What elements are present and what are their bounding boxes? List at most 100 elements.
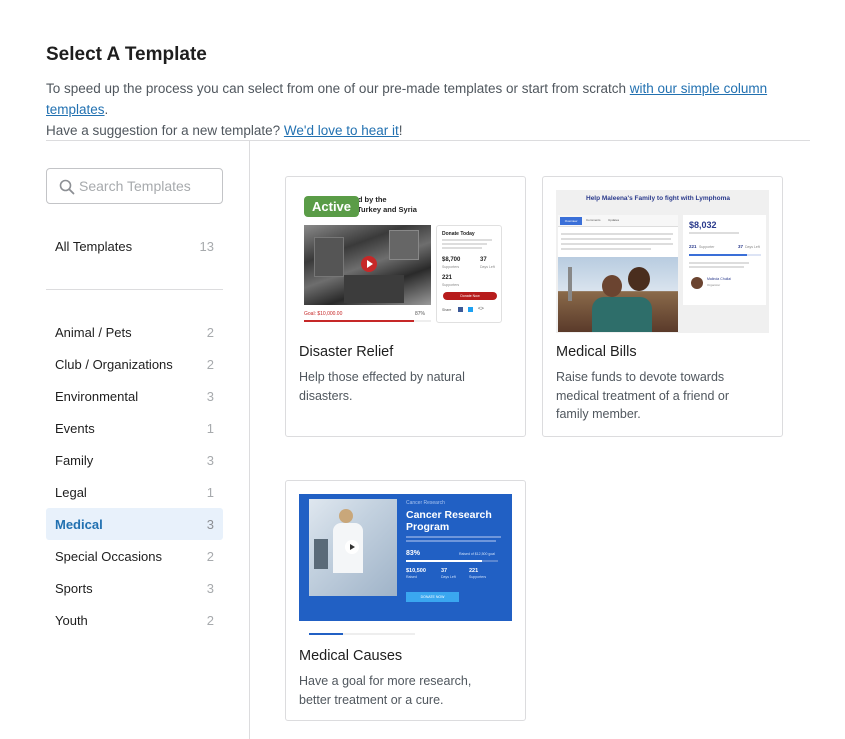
preview-donate-button: Donate Now (443, 292, 497, 300)
preview-heading: Help Maleena's Family to fight with Lymp… (586, 195, 730, 202)
template-preview: Cancer Research Cancer Research Program … (299, 494, 512, 637)
search-input[interactable] (79, 169, 219, 203)
intro-text: To speed up the process you can select f… (46, 78, 816, 141)
category-sports[interactable]: Sports 3 (46, 572, 223, 604)
rubble-photo (304, 225, 431, 305)
preview-share: Share (442, 308, 452, 312)
category-count: 2 (206, 356, 214, 372)
play-icon (361, 256, 377, 272)
donate-label: Donate Today (442, 231, 475, 237)
category-label: Club / Organizations (55, 356, 173, 372)
preview-raised-label: Supporters (442, 265, 460, 269)
preview-tab-comments: Comments (586, 218, 601, 222)
search-box[interactable] (46, 168, 223, 204)
preview-percent: 87% (415, 311, 426, 317)
category-events[interactable]: Events 1 (46, 412, 223, 444)
preview-days: 37 (441, 568, 448, 574)
intro-text-body: To speed up the process you can select f… (46, 81, 630, 96)
embed-icon: <> (478, 306, 484, 312)
category-count: 3 (206, 580, 214, 596)
template-card-medical-causes[interactable]: Cancer Research Cancer Research Program … (285, 480, 526, 721)
template-title: Medical Bills (556, 344, 637, 360)
preview-hero: Cancer Research Cancer Research Program … (299, 494, 512, 621)
template-title: Medical Causes (299, 648, 403, 664)
category-animal-pets[interactable]: Animal / Pets 2 (46, 316, 223, 348)
twitter-icon (468, 307, 473, 312)
category-count: 13 (199, 238, 214, 254)
preview-days-label: Days Left (441, 575, 456, 579)
sidebar-separator (46, 289, 223, 290)
search-icon (59, 179, 75, 195)
category-special-occasions[interactable]: Special Occasions 2 (46, 540, 223, 572)
category-legal[interactable]: Legal 1 (46, 476, 223, 508)
category-label: Animal / Pets (55, 324, 132, 340)
play-icon (345, 540, 359, 554)
preview-heading: Turkey and Syria (357, 205, 417, 214)
goal-progress-bar (304, 320, 431, 322)
category-youth[interactable]: Youth 2 (46, 604, 223, 636)
template-card-disaster-relief[interactable]: cted by the Turkey and Syria Goal: $10,0… (285, 176, 526, 437)
category-label: Special Occasions (55, 548, 162, 564)
preview-supporters: 221 (469, 568, 479, 574)
preview-supporters-label: Supporters (469, 575, 487, 579)
preview-progress-bar (689, 254, 761, 256)
template-description: Have a goal for more research, better tr… (299, 674, 472, 707)
category-environmental[interactable]: Environmental 3 (46, 380, 223, 412)
suggest-text-end: ! (398, 123, 403, 138)
category-all-templates[interactable]: All Templates 13 (46, 230, 223, 262)
category-medical[interactable]: Medical 3 (46, 508, 223, 540)
preview-days: 37 (738, 244, 744, 249)
category-club-organizations[interactable]: Club / Organizations 2 (46, 348, 223, 380)
category-family[interactable]: Family 3 (46, 444, 223, 476)
preview-carousel-indicator (309, 633, 415, 635)
preview-tabs: Overview Comments Updates (558, 215, 678, 227)
preview-kicker: Cancer Research (406, 500, 445, 506)
category-label: Sports (55, 580, 93, 596)
template-preview: Help Maleena's Family to fight with Lymp… (556, 190, 769, 333)
preview-percent: 83% (406, 550, 421, 557)
preview-raised: $10,500 (406, 568, 426, 574)
family-photo (558, 257, 678, 332)
organizer-role: Organizer (707, 283, 721, 287)
preview-supporters-label: Supporter (699, 245, 715, 249)
category-count: 2 (206, 324, 214, 340)
template-description: Raise funds to devote towards medical tr… (556, 370, 729, 421)
preview-amount: $8,032 (689, 220, 717, 230)
category-label: Family (55, 452, 94, 468)
preview-days-label: Days Left (480, 265, 495, 269)
organizer-name: Malinda Chullai (707, 277, 731, 281)
category-label: Youth (55, 612, 88, 628)
preview-tab-updates: Updates (608, 218, 620, 222)
preview-heading: Cancer Research (406, 509, 492, 521)
page-title: Select A Template (46, 44, 207, 65)
active-badge: Active (304, 196, 360, 217)
category-count: 2 (206, 612, 214, 628)
header-divider (46, 140, 810, 141)
category-count: 3 (206, 388, 214, 404)
intro-text-end: . (104, 102, 109, 117)
category-count: 1 (206, 420, 214, 436)
lab-photo (309, 499, 397, 596)
category-sidebar: All Templates 13 Animal / Pets 2 Club / … (46, 168, 223, 628)
preview-goal: Goal: $10,000.00 (304, 311, 343, 317)
template-description: Help those effected by natural disasters… (299, 370, 465, 403)
page-header: Select A Template To speed up the proces… (46, 44, 816, 141)
template-card-medical-bills[interactable]: Help Maleena's Family to fight with Lymp… (542, 176, 783, 437)
donate-panel: Donate Today $8,700 Supporters 37 Days L… (436, 225, 502, 323)
organizer-avatar (691, 277, 703, 289)
template-title: Disaster Relief (299, 344, 394, 360)
category-label: All Templates (55, 238, 133, 254)
suggestion-link[interactable]: We'd love to hear it (284, 123, 399, 138)
preview-supporters: 221 (442, 275, 453, 281)
preview-progress-bar (406, 560, 498, 562)
category-label: Events (55, 420, 95, 436)
category-count: 3 (206, 516, 214, 532)
preview-days: 37 (480, 257, 487, 263)
facebook-icon (458, 307, 463, 312)
preview-days-label: Days Left (745, 245, 760, 249)
category-count: 1 (206, 484, 214, 500)
category-count: 3 (206, 452, 214, 468)
category-label: Medical (55, 516, 103, 532)
preview-heading: Program (406, 521, 450, 533)
preview-supporters: 221 (689, 244, 697, 249)
